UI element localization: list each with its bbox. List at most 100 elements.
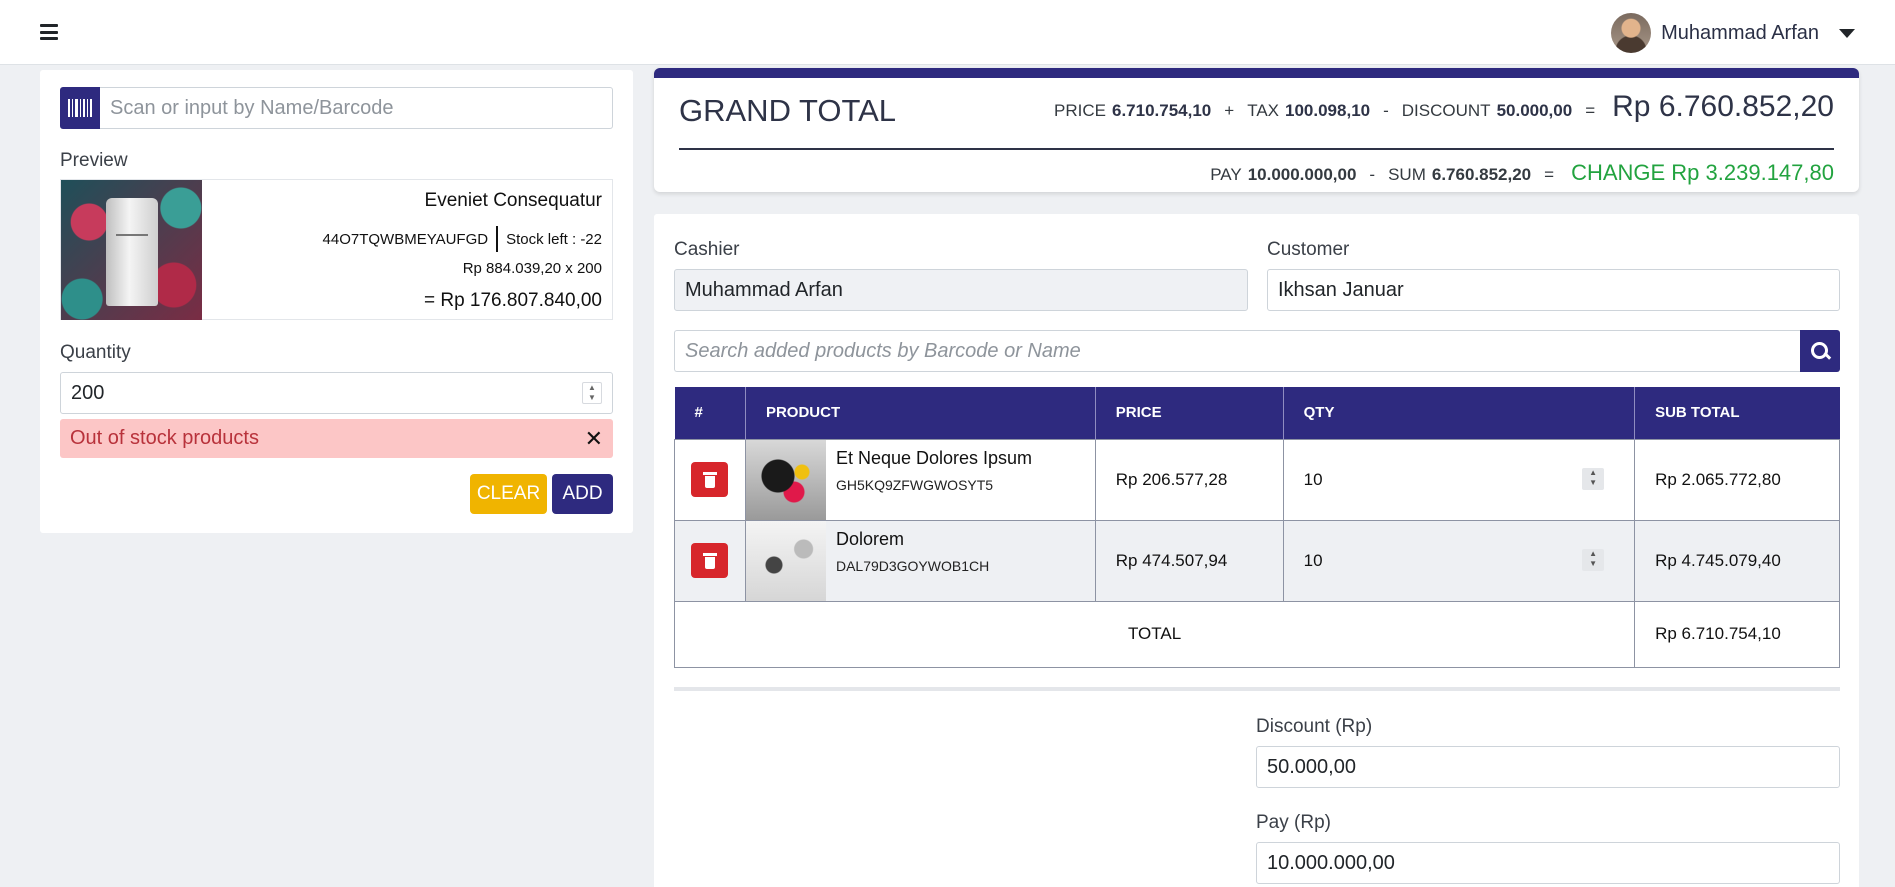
col-header-qty: QTY	[1283, 387, 1636, 439]
table-row: Dolorem DAL79D3GOYWOB1CH Rp 474.507,94 1…	[674, 519, 1840, 602]
discount-field[interactable]: 50.000,00	[1256, 746, 1840, 788]
preview-product-name: Eveniet Consequatur	[424, 190, 602, 211]
quantity-input[interactable]: 200 ▲ ▼	[60, 372, 613, 414]
minus-sign: -	[1369, 165, 1376, 184]
barcode-icon[interactable]	[60, 87, 100, 129]
col-header-subtotal: SUB TOTAL	[1634, 387, 1840, 439]
product-subtotal: Rp 4.745.079,40	[1634, 519, 1840, 602]
cashier-field: Muhammad Arfan	[674, 269, 1248, 311]
qty-stepper[interactable]: ▲ ▼	[1582, 467, 1605, 490]
preview-total-line: = Rp 176.807.840,00	[423, 290, 602, 311]
cart-product: Dolorem DAL79D3GOYWOB1CH	[745, 520, 1095, 601]
col-header-number: #	[674, 387, 746, 439]
preview-meta: 44O7TQWBMEYAUFGD Stock left : -22	[323, 226, 602, 252]
product-code: GH5KQ9ZFWGWOSYT5	[835, 476, 994, 493]
discount-label: DISCOUNT	[1401, 101, 1491, 120]
pay-value: 10.000.000,00	[1247, 165, 1357, 184]
minus-sign: -	[1383, 101, 1389, 120]
cart-search-input[interactable]	[674, 330, 1800, 372]
cashier-label: Cashier	[674, 239, 740, 260]
qty-input[interactable]: 10 ▲ ▼	[1282, 438, 1636, 521]
avatar[interactable]	[1611, 13, 1652, 53]
total-row: TOTAL Rp 6.710.754,10	[673, 600, 1840, 668]
caret-down-icon[interactable]	[1839, 28, 1855, 38]
discount-field-label: Discount (Rp)	[1256, 716, 1373, 737]
pay-field[interactable]: 10.000.000,00	[1256, 842, 1840, 884]
price-value: 6.710.754,10	[1112, 101, 1212, 120]
add-button[interactable]: ADD	[552, 474, 613, 514]
quantity-label: Quantity	[60, 342, 131, 363]
table-row: Et Neque Dolores Ipsum GH5KQ9ZFWGWOSYT5 …	[674, 438, 1840, 521]
product-name: Dolorem	[835, 528, 904, 549]
col-header-price: PRICE	[1095, 387, 1284, 439]
user-name[interactable]: Muhammad Arfan	[1661, 22, 1819, 45]
product-image	[61, 180, 202, 320]
quantity-value[interactable]: 200	[71, 382, 104, 405]
search-button[interactable]	[1800, 330, 1840, 372]
change-breakdown: PAY 10.000.000,00 - SUM 6.760.852,20 = C…	[1210, 160, 1834, 186]
divider	[674, 687, 1840, 691]
trash-icon	[702, 471, 717, 488]
sum-value: 6.760.852,20	[1431, 165, 1532, 184]
discount-value: 50.000,00	[1496, 101, 1573, 120]
table-header-row: # PRODUCT PRICE QTY SUB TOTAL	[674, 387, 1840, 439]
product-image	[745, 520, 826, 601]
equals-sign: =	[1585, 101, 1596, 120]
out-of-stock-alert: Out of stock products ✕	[60, 419, 613, 458]
plus-sign: +	[1224, 101, 1235, 120]
customer-label: Customer	[1267, 239, 1350, 260]
stock-value: -22	[580, 230, 602, 248]
user-menu[interactable]: Muhammad Arfan	[1611, 13, 1855, 53]
grand-total-value: Rp 6.760.852,20	[1612, 90, 1834, 123]
quantity-stepper[interactable]: ▲ ▼	[582, 382, 602, 404]
divider	[496, 226, 499, 252]
product-preview: Eveniet Consequatur 44O7TQWBMEYAUFGD Sto…	[60, 179, 613, 320]
customer-field[interactable]: Ikhsan Januar	[1267, 269, 1840, 311]
delete-button[interactable]	[691, 543, 729, 578]
qty-stepper[interactable]: ▲ ▼	[1582, 548, 1605, 571]
cart-table: # PRODUCT PRICE QTY SUB TOTAL Et Neque D…	[673, 387, 1840, 668]
total-value: Rp 6.710.754,10	[1634, 600, 1840, 668]
product-subtotal: Rp 2.065.772,80	[1634, 438, 1840, 521]
product-entry-card: Preview Eveniet Consequatur 44O7TQWBMEYA…	[40, 70, 633, 533]
stock-label: Stock left :	[506, 230, 577, 248]
sum-label: SUM	[1388, 165, 1426, 184]
grand-total-card: GRAND TOTAL PRICE 6.710.754,10 + TAX 100…	[654, 68, 1859, 192]
grand-total-breakdown: PRICE 6.710.754,10 + TAX 100.098,10 - DI…	[1054, 90, 1834, 124]
product-image	[745, 439, 826, 520]
product-code: DAL79D3GOYWOB1CH	[835, 557, 990, 574]
tax-value: 100.098,10	[1285, 101, 1371, 120]
trash-icon	[702, 552, 717, 569]
divider	[679, 148, 1834, 150]
cart-product: Et Neque Dolores Ipsum GH5KQ9ZFWGWOSYT5	[745, 439, 1095, 520]
cart-card: Cashier Muhammad Arfan Customer Ikhsan J…	[654, 214, 1859, 887]
alert-text: Out of stock products	[70, 427, 259, 449]
product-name: Et Neque Dolores Ipsum	[835, 447, 1033, 468]
close-icon[interactable]: ✕	[585, 426, 603, 452]
col-header-product: PRODUCT	[745, 387, 1096, 439]
cart-search	[674, 330, 1840, 372]
qty-value[interactable]: 10	[1304, 470, 1323, 489]
scan-input[interactable]	[100, 87, 613, 129]
product-price: Rp 474.507,94	[1094, 519, 1284, 602]
qty-input[interactable]: 10 ▲ ▼	[1282, 519, 1636, 602]
price-label: PRICE	[1054, 101, 1106, 120]
delete-button[interactable]	[691, 462, 729, 497]
pay-label: PAY	[1210, 165, 1242, 184]
preview-barcode: 44O7TQWBMEYAUFGD	[322, 230, 489, 248]
preview-price-line: Rp 884.039,20 x 200	[462, 260, 602, 277]
qty-value[interactable]: 10	[1304, 551, 1323, 570]
grand-total-title: GRAND TOTAL	[679, 93, 897, 128]
change-value: CHANGE Rp 3.239.147,80	[1571, 160, 1834, 185]
total-label: TOTAL	[673, 600, 1636, 668]
equals-sign: =	[1544, 165, 1555, 184]
pay-field-label: Pay (Rp)	[1256, 812, 1331, 833]
product-price: Rp 206.577,28	[1094, 438, 1284, 521]
search-icon	[1811, 342, 1829, 360]
top-navbar: Muhammad Arfan	[0, 0, 1895, 65]
clear-button[interactable]: CLEAR	[470, 474, 547, 514]
tax-label: TAX	[1247, 101, 1280, 120]
hamburger-menu-icon[interactable]	[40, 24, 58, 40]
preview-label: Preview	[60, 150, 128, 171]
scan-group	[60, 87, 613, 129]
